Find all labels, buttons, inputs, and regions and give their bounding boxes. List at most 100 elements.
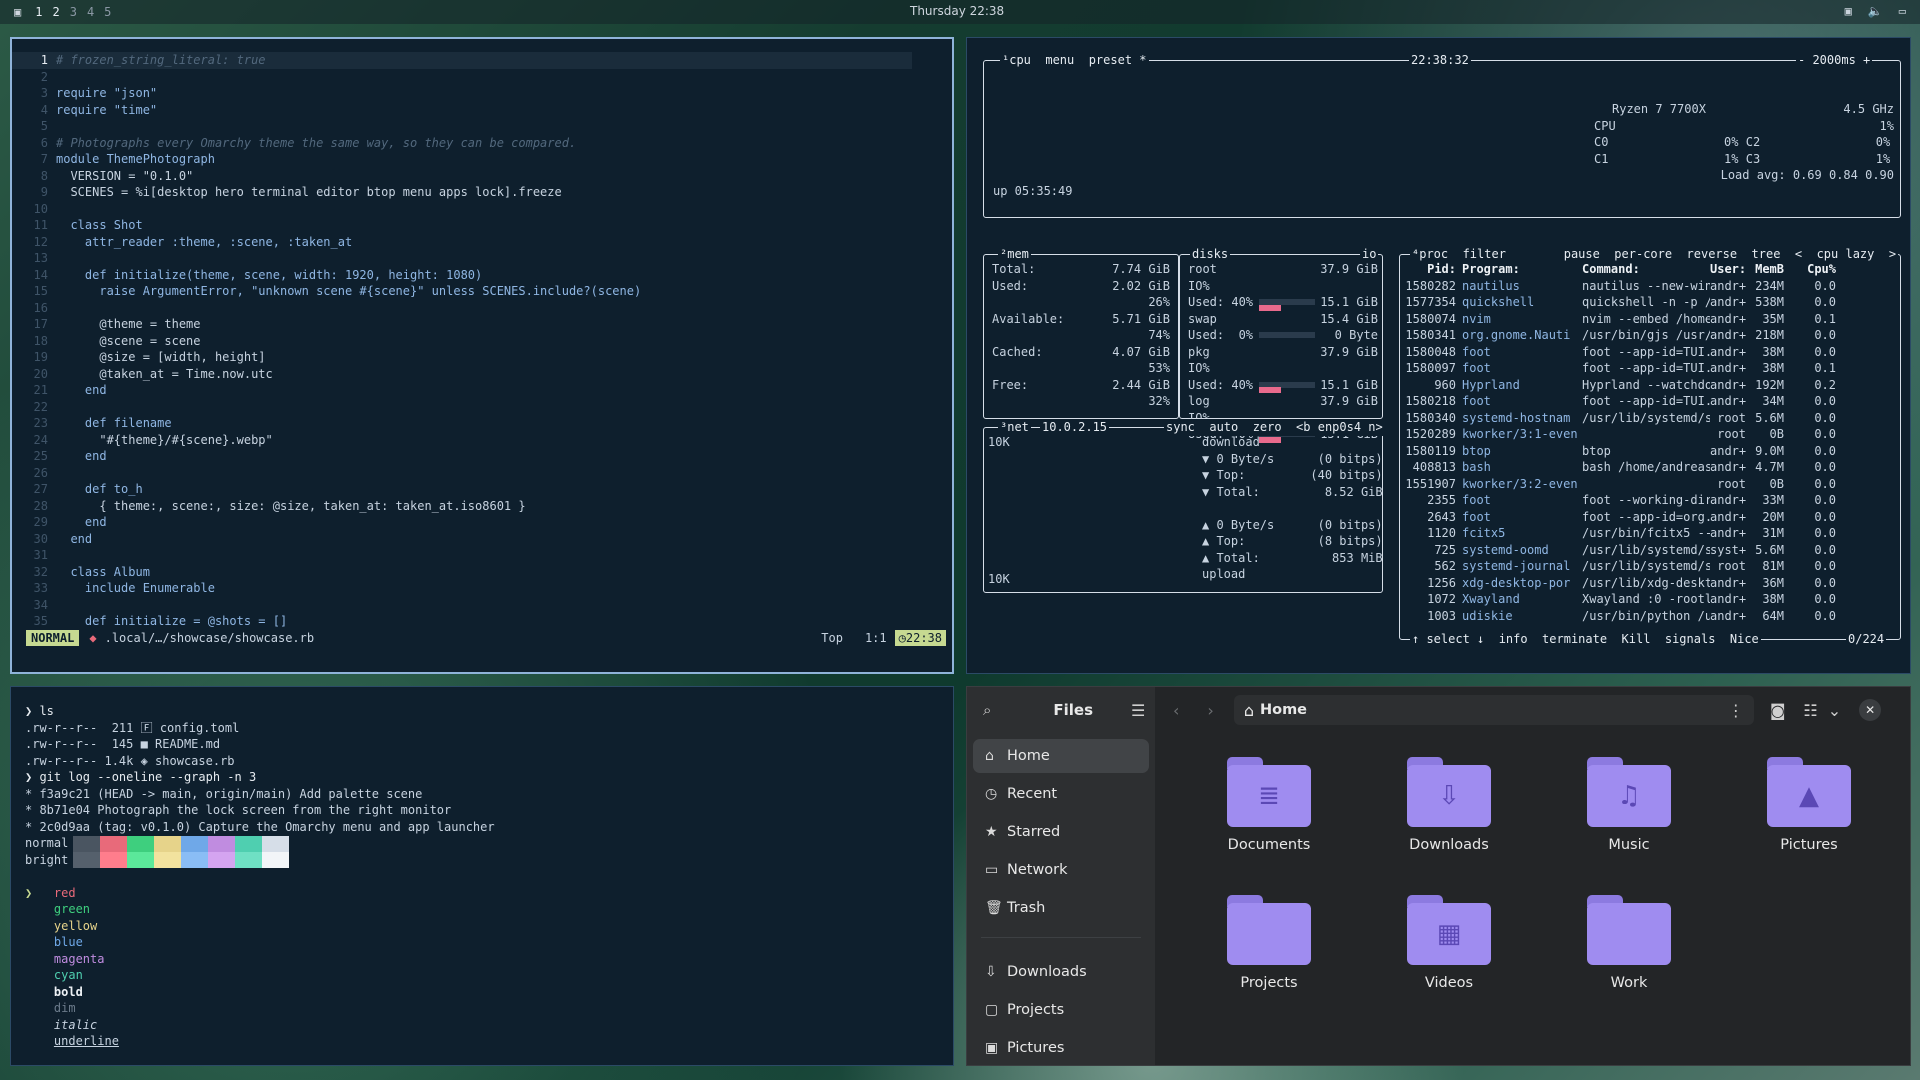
code-line[interactable]: 26	[12, 465, 912, 482]
code-line[interactable]: 27 def to_h	[12, 481, 912, 498]
sidebar-item-downloads[interactable]: ⇩ Downloads	[973, 955, 1149, 989]
proc-col-mem[interactable]: MemB	[1752, 261, 1790, 278]
code-line[interactable]: 28 { theme:, scene:, size: @size, taken_…	[12, 498, 912, 515]
proc-row[interactable]: 1072 Xwayland Xwayland :0 -rootlandr+ 38M 0.…	[1404, 591, 1898, 608]
sidebar-item-trash[interactable]: 🗑 Trash	[973, 891, 1149, 925]
proc-footer[interactable]: ↑ select ↓ info terminate Kill signals N…	[1410, 631, 1761, 648]
menu-icon[interactable]: ☰	[1131, 701, 1145, 720]
code-line[interactable]: 29 end	[12, 514, 912, 531]
clock[interactable]: Thursday 22:38	[910, 4, 1004, 18]
volume-icon[interactable]: 🔈	[1868, 4, 1883, 18]
code-line[interactable]: 35 def initialize = @shots = []	[12, 613, 912, 630]
proc-row[interactable]: 1580340 systemd-hostnam/usr/lib/systemd/s…	[1404, 410, 1898, 427]
code-line[interactable]: 15 raise ArgumentError, "unknown scene #…	[12, 283, 912, 300]
code-line[interactable]: 22	[12, 399, 912, 416]
code-line[interactable]: 14 def initialize(theme, scene, width: 1…	[12, 267, 912, 284]
code-line[interactable]: 21 end	[12, 382, 912, 399]
proc-list[interactable]: Pid: Program: Command: User: MemB Cpu% 1580282…	[1404, 261, 1898, 624]
code-line[interactable]: 10	[12, 201, 912, 218]
code-line[interactable]: 31	[12, 547, 912, 564]
code-line[interactable]: 5	[12, 118, 912, 135]
btop-window[interactable]: ¹cpu menu preset * 22:38:32 - 2000ms + u…	[966, 37, 1911, 674]
forward-icon[interactable]: ›	[1207, 701, 1213, 720]
folder-projects[interactable]: Projects	[1199, 895, 1339, 991]
code-line[interactable]: 12 attr_reader :theme, :scene, :taken_at	[12, 234, 912, 251]
search-icon[interactable]: ⌕	[983, 701, 991, 719]
close-icon[interactable]: ✕	[1859, 699, 1882, 721]
folder-pictures[interactable]: ▲ Pictures	[1739, 757, 1879, 853]
code-line[interactable]: 9 SCENES = %i[desktop hero terminal edit…	[12, 184, 912, 201]
code-line[interactable]: 30 end	[12, 531, 912, 548]
code-line[interactable]: 16	[12, 300, 912, 317]
code-line[interactable]: 4 require "time"	[12, 102, 912, 119]
camera-icon[interactable]: ◙	[1770, 701, 1786, 720]
proc-row[interactable]: 725 systemd-oomd/usr/lib/systemd/ssyst+ 5.…	[1404, 542, 1898, 559]
folder-work[interactable]: Work	[1559, 895, 1699, 991]
folder-downloads[interactable]: ⇩ Downloads	[1379, 757, 1519, 853]
proc-col-cmd[interactable]: Command:	[1582, 261, 1710, 278]
code-line[interactable]: 7 module ThemePhotograph	[12, 151, 912, 168]
proc-col-pid[interactable]: Pid:	[1404, 261, 1462, 278]
folder-music[interactable]: ♫ Music	[1559, 757, 1699, 853]
code-line[interactable]: 23 def filename	[12, 415, 912, 432]
workspace-5[interactable]: 5	[104, 5, 111, 19]
sidebar-item-pictures[interactable]: ▣ Pictures	[973, 1031, 1149, 1065]
proc-row[interactable]: 1003 udiskie/usr/bin/python /uandr+ 64M 0.0	[1404, 608, 1898, 625]
code-line[interactable]: 6 # Photographs every Omarchy theme the s…	[12, 135, 912, 152]
screen-icon[interactable]: ▣	[1845, 4, 1852, 18]
code-line[interactable]: 13	[12, 250, 912, 267]
proc-col-user[interactable]: User:	[1710, 261, 1752, 278]
code-line[interactable]: 8 VERSION = "0.1.0"	[12, 168, 912, 185]
sidebar-item-recent[interactable]: ◷ Recent	[973, 777, 1149, 811]
workspace-1[interactable]: 1	[35, 5, 42, 19]
proc-header[interactable]: Pid: Program: Command: User: MemB Cpu%	[1404, 261, 1898, 278]
sidebar-item-network[interactable]: ▭ Network	[973, 853, 1149, 887]
proc-row[interactable]: 1580341 org.gnome.Nauti/usr/bin/gjs /usr/…	[1404, 327, 1898, 344]
cpu-tabs[interactable]: ¹cpu menu preset *	[1000, 52, 1149, 69]
files-window[interactable]: ⌕ Files ☰ ⌂ Home ◷ Recent ★ Starred ▭ Network 🗑 T…	[966, 686, 1911, 1066]
code-line[interactable]: 32 class Album	[12, 564, 912, 581]
proc-row[interactable]: 2643 foot foot --app-id=org.andr+ 20M 0.0	[1404, 509, 1898, 526]
more-icon[interactable]: ⋮	[1728, 701, 1744, 720]
code-line[interactable]: 19 @size = [width, height]	[12, 349, 912, 366]
folder-videos[interactable]: ▦ Videos	[1379, 895, 1519, 991]
sidebar-item-starred[interactable]: ★ Starred	[973, 815, 1149, 849]
update-interval[interactable]: - 2000ms +	[1796, 52, 1873, 69]
code-line[interactable]: 18 @scene = scene	[12, 333, 912, 350]
workspace-4[interactable]: 4	[87, 5, 94, 19]
code-line[interactable]: 20 @taken_at = Time.now.utc	[12, 366, 912, 383]
display-icon[interactable]: ▭	[1899, 4, 1906, 18]
neovim-window[interactable]: 1 # frozen_string_literal: true 2 3 require …	[10, 37, 954, 674]
path-bar[interactable]: ⌂ Home ⋮	[1233, 695, 1754, 725]
workspace-3[interactable]: 3	[70, 5, 77, 19]
proc-row[interactable]: 1580074 nvim nvim --embed /homeandr+ 35M 0.1	[1404, 311, 1898, 328]
proc-row[interactable]: 1580097 foot foot --app-id=TUI.andr+ 38M 0.1	[1404, 360, 1898, 377]
chevron-down-icon[interactable]: ⌄	[1828, 701, 1841, 720]
code-line[interactable]: 34	[12, 597, 912, 614]
folder-documents[interactable]: ≣ Documents	[1199, 757, 1339, 853]
workspaces-icon[interactable]: ▣	[14, 5, 21, 19]
editor-lines[interactable]: 1 # frozen_string_literal: true 2 3 require …	[12, 52, 912, 630]
sidebar-item-projects[interactable]: ▢ Projects	[973, 993, 1149, 1027]
proc-row[interactable]: 1580048 foot foot --app-id=TUI.andr+ 38M 0.0	[1404, 344, 1898, 361]
proc-row[interactable]: 1256 xdg-desktop-por/usr/lib/xdg-desktand…	[1404, 575, 1898, 592]
proc-row[interactable]: 1551907 kworker/3:2-even root 0B 0.0	[1404, 476, 1898, 493]
code-line[interactable]: 25 end	[12, 448, 912, 465]
proc-row[interactable]: 1120 fcitx5/usr/bin/fcitx5 --andr+ 31M 0.0	[1404, 525, 1898, 542]
proc-row[interactable]: 1580119 btop btop andr+ 9.0M 0.0	[1404, 443, 1898, 460]
code-line[interactable]: 3 require "json"	[12, 85, 912, 102]
prompt[interactable]: ❯	[25, 885, 939, 902]
workspace-2[interactable]: 2	[52, 5, 59, 19]
proc-row[interactable]: 2355 foot foot --working-dirandr+ 33M 0.0	[1404, 492, 1898, 509]
code-line[interactable]: 33 include Enumerable	[12, 580, 912, 597]
back-icon[interactable]: ‹	[1173, 701, 1179, 720]
proc-row[interactable]: 960 Hyprland Hyprland --watchdoandr+ 192M 0.…	[1404, 377, 1898, 394]
proc-row[interactable]: 1580218 foot foot --app-id=TUI.andr+ 34M 0.0	[1404, 393, 1898, 410]
code-line[interactable]: 11 class Shot	[12, 217, 912, 234]
code-line[interactable]: 2	[12, 69, 912, 86]
proc-col-cpu[interactable]: Cpu%	[1790, 261, 1842, 278]
proc-row[interactable]: 408813 bash bash /home/andreasandr+ 4.7M 0.0	[1404, 459, 1898, 476]
proc-row[interactable]: 1520289 kworker/3:1-even root 0B 0.0	[1404, 426, 1898, 443]
proc-col-prog[interactable]: Program:	[1462, 261, 1582, 278]
proc-row[interactable]: 562 systemd-journal/usr/lib/systemd/s root…	[1404, 558, 1898, 575]
